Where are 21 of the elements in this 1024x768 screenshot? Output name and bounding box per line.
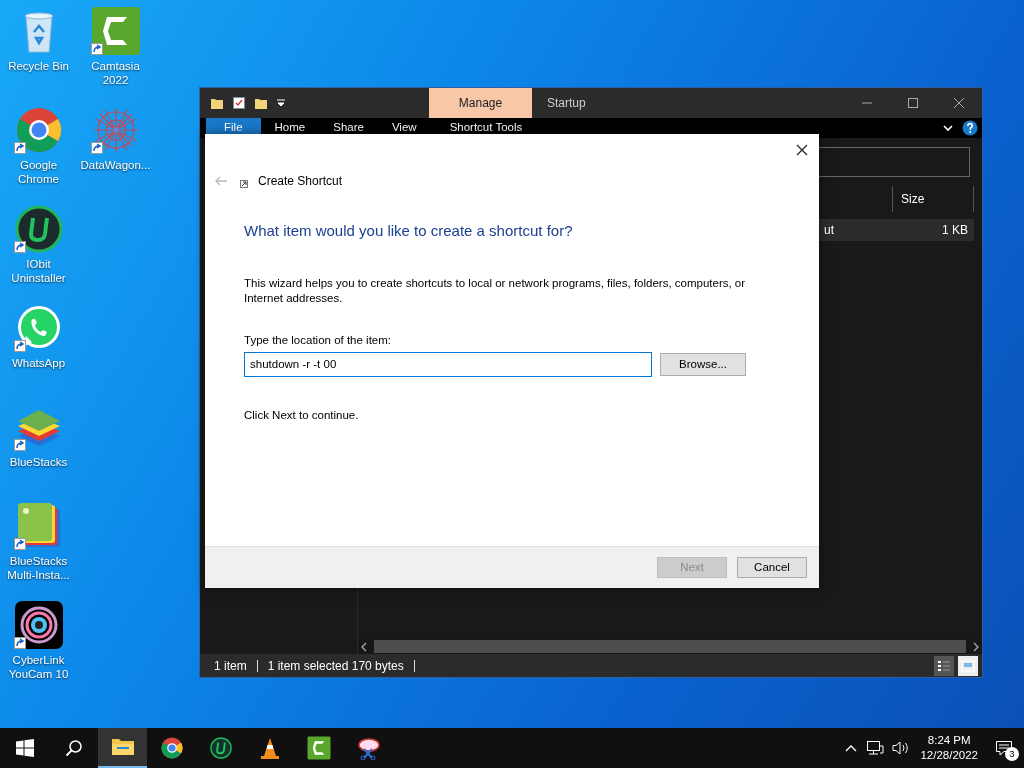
status-text: 1 item selected 170 bytes	[267, 657, 405, 675]
desktop-icon-label[interactable]: CyberLink YouCam 10	[0, 653, 77, 681]
wizard-description: This wizard helps you to create shortcuts to local or network programs, files, folders, computers, or Internet addresses.	[244, 275, 747, 306]
ribbon-tab[interactable]: Home	[260, 118, 320, 138]
ribbon-tab[interactable]: Share	[319, 118, 378, 138]
dialog-button[interactable]: Cancel	[737, 557, 807, 578]
clock-time[interactable]: 8:24 PM	[927, 733, 971, 748]
field-label: Type the location of the item:	[244, 332, 393, 348]
ribbon-tab[interactable]: Shortcut Tools	[435, 118, 537, 138]
dialog-title: Create Shortcut	[258, 173, 343, 190]
ribbon-tab[interactable]: View	[377, 118, 431, 138]
clock-date[interactable]: 12/28/2022	[920, 748, 978, 763]
browse-button[interactable]: Browse...	[660, 352, 746, 376]
notification-count-badge: 3	[1005, 747, 1019, 761]
location-field[interactable]: shutdown -r -t 00	[244, 351, 652, 377]
instruction-text: Click Next to continue.	[244, 407, 360, 423]
ribbon-context-tab[interactable]: Manage	[429, 88, 532, 118]
window-title: Startup	[546, 95, 586, 112]
wizard-heading: What item would you like to create a shortcut for?	[244, 221, 574, 241]
column-header[interactable]: Size	[892, 186, 974, 212]
status-text: 1 item	[214, 657, 248, 675]
